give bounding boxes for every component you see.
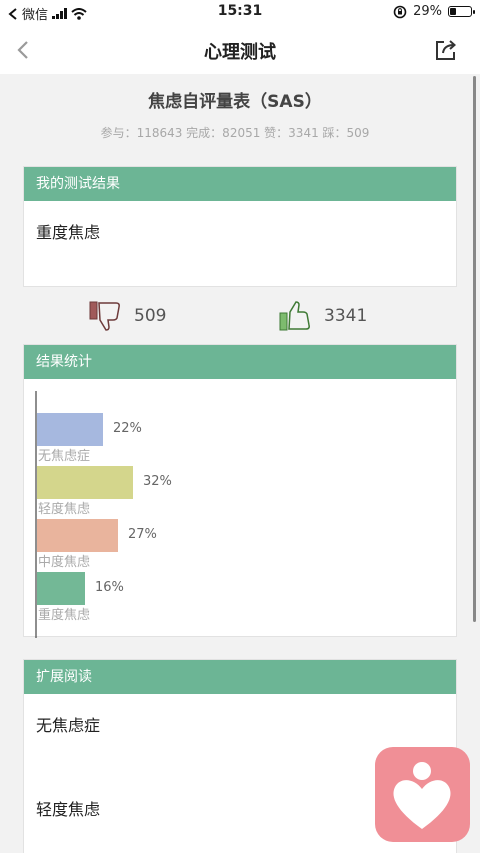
result-bar-chart: 22% 无焦虑症 32% 轻度焦虑 27% 中度焦虑 16% 重度焦虑 — [35, 391, 172, 638]
chart-category-label: 重度焦虑 — [38, 607, 90, 623]
chart-category-label: 无焦虑症 — [38, 449, 90, 464]
status-right: 29% — [393, 4, 475, 19]
result-text: 重度焦虑 — [36, 223, 101, 242]
floating-app-button[interactable] — [375, 747, 470, 842]
nav-bar: 心理测试 — [0, 26, 480, 74]
chart-bar — [37, 572, 85, 605]
chart-bar — [37, 413, 103, 446]
heart-person-icon — [393, 762, 451, 829]
chart-value-label: 22% — [113, 421, 142, 436]
share-icon[interactable] — [432, 36, 460, 64]
scrollbar[interactable] — [473, 76, 476, 622]
chart-bar — [37, 519, 118, 552]
dislike-button[interactable]: 509 — [88, 300, 166, 332]
vote-bar: 509 3341 — [0, 298, 470, 338]
chart-value-label: 16% — [95, 580, 124, 595]
like-count: 3341 — [324, 306, 368, 326]
battery-fill — [450, 8, 456, 15]
battery-icon — [448, 6, 475, 17]
test-stats: 参与：118643 完成：82051 赞：3341 踩：509 — [100, 126, 370, 140]
thumbs-down-icon — [89, 301, 120, 331]
like-button[interactable]: 3341 — [278, 300, 367, 332]
stats-card: 结果统计 22% 无焦虑症 32% 轻度焦虑 27% 中度焦虑 16% 重度焦虑 — [23, 344, 457, 638]
chart-value-label: 27% — [128, 527, 157, 542]
orientation-lock-icon — [393, 5, 407, 18]
status-bar: 微信 15:31 29% — [0, 0, 480, 26]
reading-heading: 扩展阅读 — [24, 660, 456, 694]
reading-item[interactable]: 无焦虑症 — [36, 712, 100, 736]
content-area[interactable]: 焦虑自评量表（SAS） 参与：118643 完成：82051 赞：3341 踩：… — [0, 74, 480, 853]
thumbs-up-icon — [279, 301, 310, 331]
battery-percent: 29% — [413, 4, 442, 19]
test-title: 焦虑自评量表（SAS） — [148, 92, 322, 112]
stats-heading: 结果统计 — [24, 345, 456, 379]
chart-category-label: 中度焦虑 — [38, 554, 90, 570]
chart-bar — [37, 466, 133, 499]
dislike-count: 509 — [134, 306, 167, 326]
result-heading: 我的测试结果 — [24, 167, 456, 201]
chart-value-label: 32% — [143, 474, 172, 489]
result-card: 我的测试结果 重度焦虑 — [23, 166, 457, 287]
page-title: 心理测试 — [204, 42, 276, 63]
reading-item[interactable]: 轻度焦虑 — [36, 796, 100, 820]
chart-category-label: 轻度焦虑 — [38, 501, 90, 517]
